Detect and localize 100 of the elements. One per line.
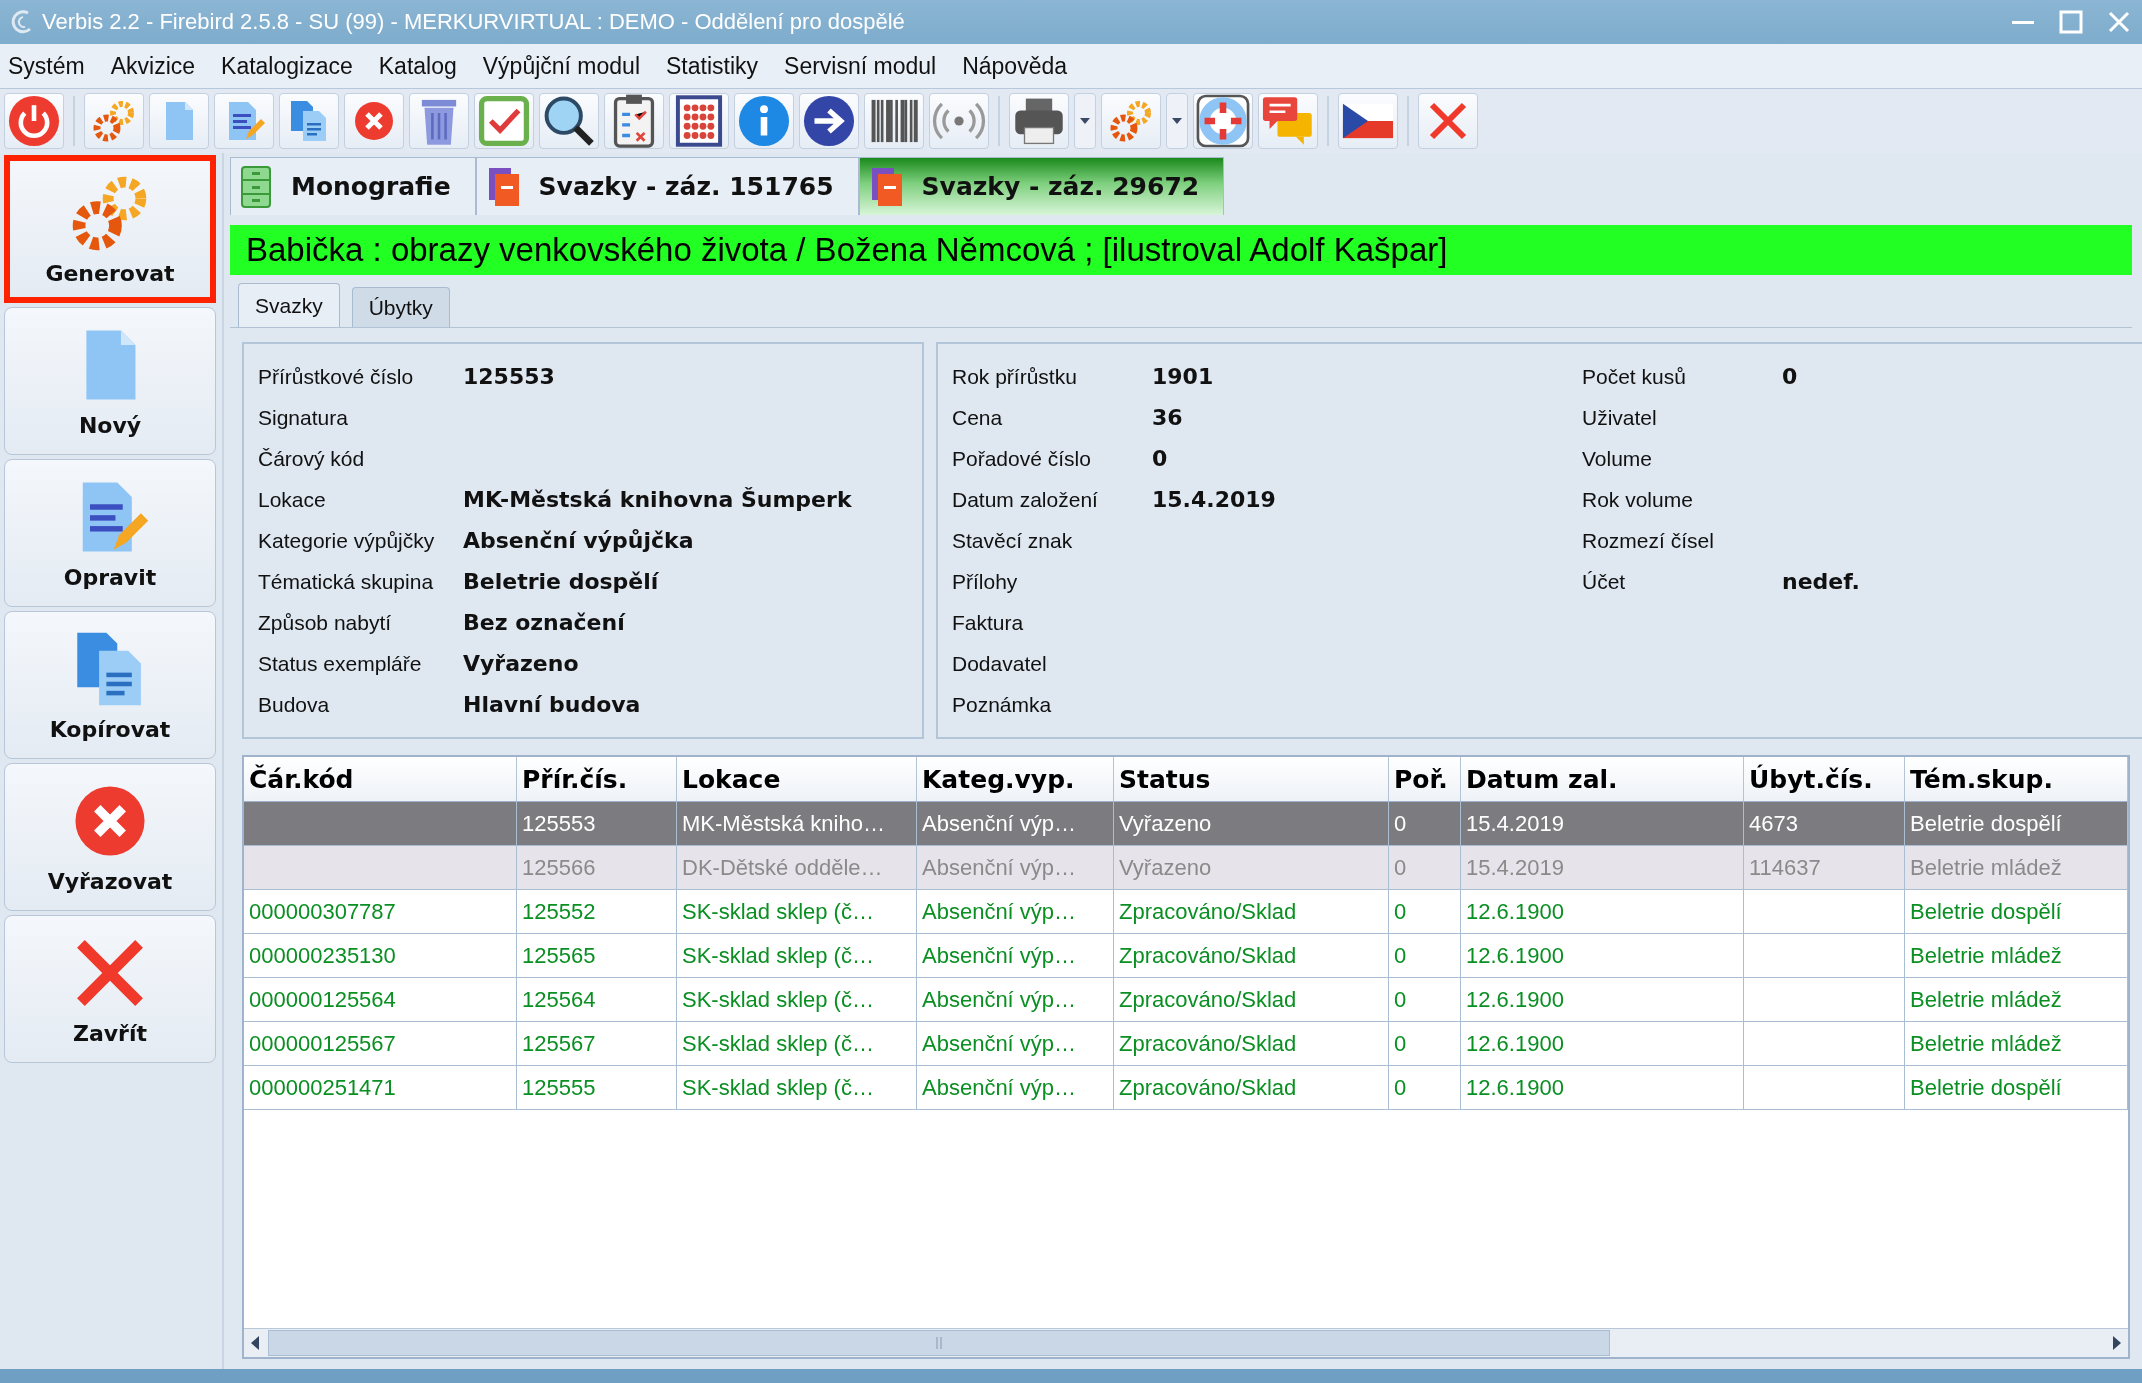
field-label: Rok přírůstku — [952, 364, 1078, 389]
field-label: Kategorie výpůjčky — [258, 528, 436, 553]
field-value: 1901 — [1152, 364, 1215, 389]
menu-item[interactable]: Systém — [8, 48, 97, 84]
cell-text: Absenční výp… — [922, 942, 1077, 969]
cell-text: Absenční výp… — [922, 1030, 1077, 1057]
cell-text: 15.4.2019 — [1466, 854, 1564, 881]
cell-text: Beletrie mládež — [1910, 942, 2062, 969]
field-label: Čárový kód — [258, 446, 366, 471]
cell-text: SK-sklad sklep (č… — [682, 1074, 874, 1101]
cell-text: 125555 — [522, 1074, 596, 1101]
cell-text: Beletrie dospělí — [1910, 810, 2062, 837]
cell-text: 12.6.1900 — [1466, 1030, 1564, 1057]
cell-text: 114637 — [1749, 854, 1821, 881]
cell-text: 15.4.2019 — [1466, 810, 1564, 837]
field-label: Způsob nabytí — [258, 610, 393, 635]
cell-text: 12.6.1900 — [1466, 986, 1564, 1013]
field-label: Rozmezí čísel — [1582, 528, 1715, 553]
field-label: Datum založení — [952, 487, 1099, 512]
cell-text: 125566 — [522, 854, 596, 881]
column-header[interactable]: Kateg.vyp. — [917, 757, 1114, 802]
field-label: Tématická skupina — [258, 569, 435, 594]
cell-text: Beletrie mládež — [1910, 1030, 2062, 1057]
cell-text: SK-sklad sklep (č… — [682, 898, 874, 925]
field-value: 125553 — [463, 364, 556, 389]
cell-text: 000000125567 — [249, 1030, 396, 1057]
field-label: Účet — [1582, 569, 1627, 594]
cell-text: Beletrie dospělí — [1910, 898, 2062, 925]
cell-text: Vyřazeno — [1119, 854, 1212, 881]
menu-item[interactable]: Akvizice — [110, 48, 208, 84]
field-label: Cena — [952, 405, 1004, 430]
tab[interactable]: Monografie — [230, 157, 476, 215]
field-label: Volume — [1582, 446, 1654, 471]
sidebar-button[interactable]: Generovat — [4, 155, 216, 303]
column-header[interactable]: Datum zal. — [1461, 757, 1744, 802]
cell-text: Zpracováno/Sklad — [1119, 942, 1297, 969]
tab[interactable]: Svazky — [238, 283, 340, 327]
cell-text: 12.6.1900 — [1466, 898, 1564, 925]
cell-text: Beletrie dospělí — [1910, 1074, 2062, 1101]
column-header[interactable]: Úbyt.čís. — [1744, 757, 1905, 802]
cell-text: 0 — [1394, 1074, 1407, 1101]
cell-text: 125564 — [522, 986, 596, 1013]
cell-text: 0 — [1394, 1030, 1407, 1057]
field-label: Budova — [258, 692, 331, 717]
field-value: MK-Městská knihovna Šumperk — [463, 487, 853, 512]
column-header[interactable]: Tém.skup. — [1905, 757, 2128, 802]
field-value: 36 — [1152, 405, 1184, 430]
menu-item[interactable]: Servisní modul — [784, 48, 949, 84]
sidebar-button[interactable]: Zavřít — [4, 915, 216, 1063]
field-label: Přírůstkové číslo — [258, 364, 415, 389]
tab[interactable]: Svazky - záz. 29672 — [858, 157, 1225, 215]
sidebar-button[interactable]: Vyřazovat — [4, 763, 216, 911]
field-label: Status exempláře — [258, 651, 423, 676]
cell-text: 000000307787 — [249, 898, 396, 925]
column-header[interactable]: Poř. — [1389, 757, 1461, 802]
menu-item[interactable]: Katalog — [378, 48, 469, 84]
tab[interactable]: Svazky - záz. 151765 — [475, 157, 859, 215]
cell-text: SK-sklad sklep (č… — [682, 986, 874, 1013]
field-label: Signatura — [258, 405, 349, 430]
tab[interactable]: Úbytky — [351, 287, 450, 327]
sidebar-button[interactable]: Kopírovat — [4, 611, 216, 759]
field-value: Bez označení — [463, 610, 627, 635]
cell-text: 125565 — [522, 942, 596, 969]
field-label: Dodavatel — [952, 651, 1048, 676]
menu-item[interactable]: Výpůjční modul — [482, 48, 652, 84]
menu-item[interactable]: Katalogizace — [221, 48, 365, 84]
field-label: Počet kusů — [1582, 364, 1687, 389]
column-header[interactable]: Status — [1114, 757, 1389, 802]
cell-text: Absenční výp… — [922, 1074, 1077, 1101]
field-value: 15.4.2019 — [1152, 487, 1277, 512]
field-label: Faktura — [952, 610, 1025, 635]
field-value: 0 — [1782, 364, 1799, 389]
menu-item[interactable]: Statistiky — [666, 48, 771, 84]
cell-text: 125552 — [522, 898, 596, 925]
field-value: Beletrie dospělí — [463, 569, 660, 594]
sidebar-button[interactable]: Nový — [4, 307, 216, 455]
cell-text: Zpracováno/Sklad — [1119, 986, 1297, 1013]
cell-text: 0 — [1394, 854, 1407, 881]
cell-text: 12.6.1900 — [1466, 1074, 1564, 1101]
field-value: Absenční výpůjčka — [463, 528, 695, 553]
cell-text: Absenční výp… — [922, 810, 1077, 837]
field-value: nedef. — [1782, 569, 1861, 594]
cell-text: 4673 — [1749, 810, 1798, 837]
cell-text: 000000125564 — [249, 986, 396, 1013]
column-header[interactable]: Čár.kód — [244, 757, 517, 802]
column-header[interactable]: Lokace — [677, 757, 917, 802]
cell-text: Beletrie mládež — [1910, 986, 2062, 1013]
cell-text: Vyřazeno — [1119, 810, 1212, 837]
cell-text: Absenční výp… — [922, 854, 1077, 881]
cell-text: Zpracováno/Sklad — [1119, 1030, 1297, 1057]
menu-item[interactable]: Nápověda — [962, 48, 1080, 84]
record-title: Babička : obrazy venkovského života / Božena Němcová ; [ilustroval Adolf Kašpar] — [230, 225, 2132, 275]
cell-text: DK-Dětské odděle… — [682, 854, 883, 881]
cell-text: Absenční výp… — [922, 986, 1077, 1013]
field-label: Lokace — [258, 487, 327, 512]
cell-text: 0 — [1394, 942, 1407, 969]
cell-text: 12.6.1900 — [1466, 942, 1564, 969]
sidebar-button[interactable]: Opravit — [4, 459, 216, 607]
column-header[interactable]: Přír.čís. — [517, 757, 677, 802]
field-value: Hlavní budova — [463, 692, 642, 717]
